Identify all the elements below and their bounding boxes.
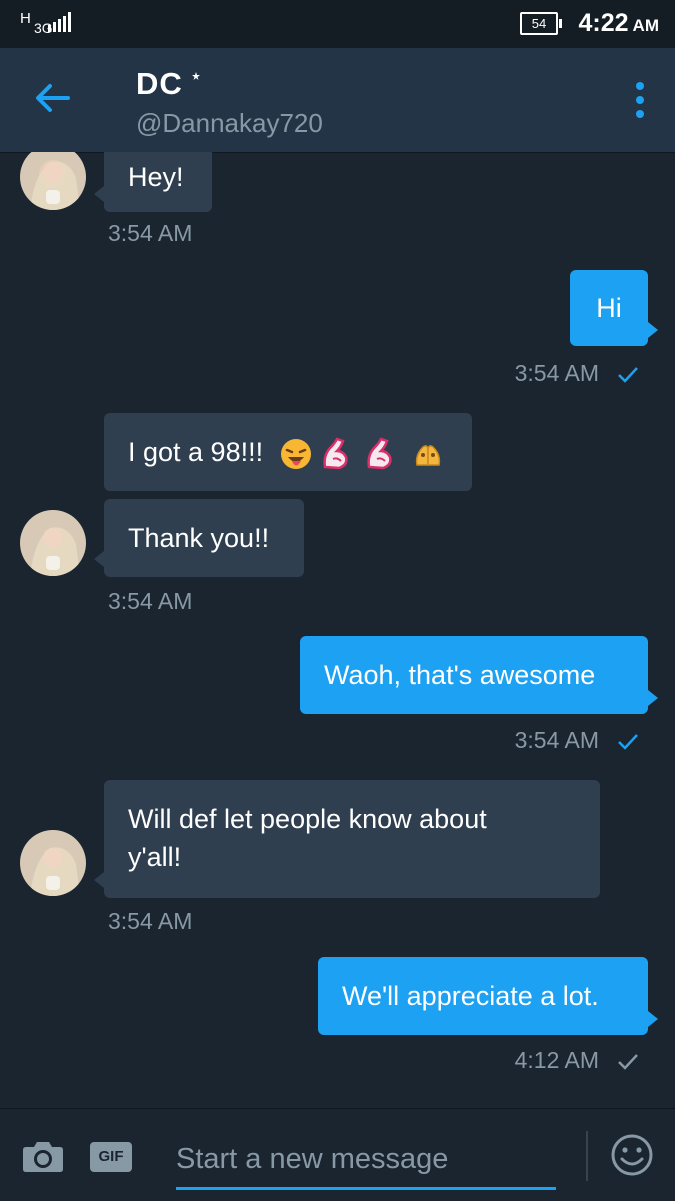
message-input[interactable] [176,1131,556,1190]
battery-icon: 54 [520,12,562,35]
message-list[interactable]: Hey! 3:54 AM Hi 3:54 AM I got a 98!!! Th… [0,152,675,1108]
checkmark-sent-icon [618,1054,638,1070]
camera-icon [23,1142,63,1172]
back-button[interactable] [28,74,76,122]
message-text: Will def let people know about [128,804,487,834]
smiley-icon [611,1134,653,1176]
contact-name-text: DC [136,66,183,101]
message-status-row: 4:12 AM [515,1047,639,1074]
checkmark-read-icon [618,734,638,750]
camera-button[interactable] [22,1139,64,1178]
message-text: Waoh, that's awesome [324,660,596,690]
battery-level: 54 [531,16,547,31]
message-text: Hi [596,293,622,323]
message-bubble-incoming[interactable]: Will def let people know about y'all! [94,780,600,898]
flexed-biceps-icon [366,437,392,470]
message-bubble-incoming[interactable]: Hey! [94,152,212,212]
conversation-header: DC @Dannakay720 [0,48,675,153]
avatar-photo-icon [20,152,86,210]
emoji-button[interactable] [610,1133,654,1182]
message-text: Hey! [128,162,184,192]
message-bubble-incoming[interactable]: Thank you!! [94,499,304,577]
tongue-face-icon [280,438,311,469]
message-bubble-outgoing[interactable]: Waoh, that's awesome [300,636,658,714]
message-status-row: 3:54 AM [515,727,639,754]
emoji-group [279,437,445,471]
message-text: Thank you!! [128,523,270,553]
message-text: I got a 98!!! [128,437,264,467]
message-composer: GIF [0,1108,675,1201]
message-text: We'll appreciate a lot. [342,981,599,1011]
checkmark-read-icon [618,367,638,383]
contact-avatar[interactable] [20,830,86,896]
contact-avatar[interactable] [20,510,86,576]
message-timestamp: 3:54 AM [108,588,193,614]
status-time: 4:22 AM [579,9,660,38]
message-text: y'all! [128,842,182,872]
contact-name[interactable]: DC [136,66,204,102]
contact-avatar[interactable] [20,152,86,210]
message-bubble-incoming[interactable]: I got a 98!!! [104,413,472,491]
more-options-button[interactable] [631,80,649,120]
gif-button[interactable]: GIF [90,1142,132,1172]
contact-handle[interactable]: @Dannakay720 [136,108,323,139]
network-h-label: H [20,10,31,27]
status-bar: H 3G 54 4:22 AM [0,0,675,48]
clock-time: 4:22 [578,9,629,37]
praying-hands-icon [415,445,440,466]
crescent-star-icon [192,72,201,80]
message-bubble-outgoing[interactable]: Hi [570,270,658,346]
message-timestamp: 3:54 AM [514,727,599,753]
clock-ampm: AM [632,16,659,35]
avatar-photo-icon [20,510,86,576]
message-timestamp: 3:54 AM [108,220,193,246]
message-timestamp: 3:54 AM [514,360,599,386]
avatar-photo-icon [20,830,86,896]
flexed-biceps-icon [322,437,348,470]
message-timestamp: 4:12 AM [514,1047,599,1073]
more-vertical-icon [636,82,644,118]
composer-divider [586,1131,588,1181]
message-bubble-outgoing[interactable]: We'll appreciate a lot. [318,957,658,1035]
message-status-row: 3:54 AM [515,360,639,387]
signal-icon [48,12,71,32]
arrow-left-icon [36,84,70,112]
message-timestamp: 3:54 AM [108,908,193,934]
